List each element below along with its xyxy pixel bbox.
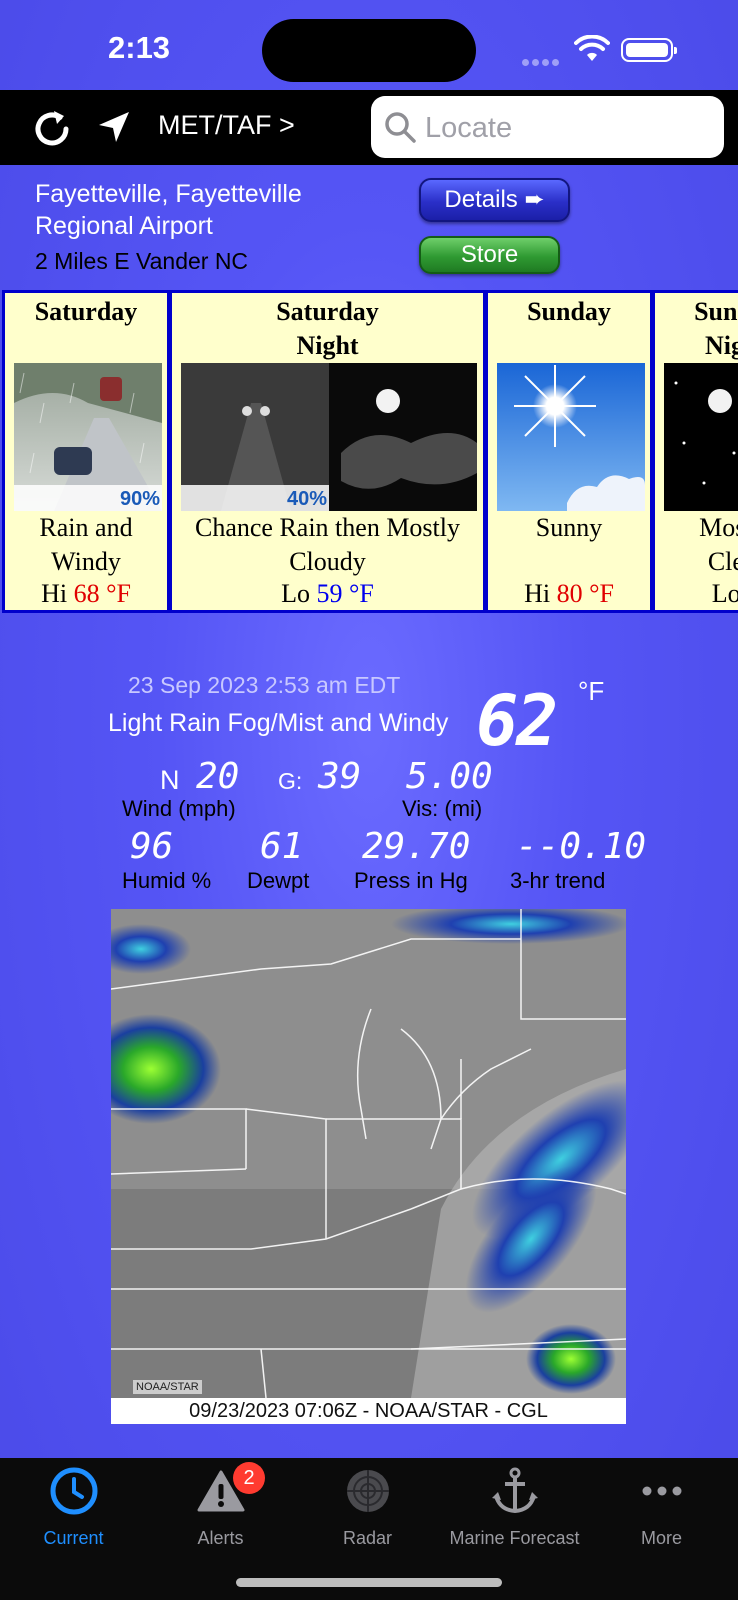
tab-label: Alerts	[197, 1528, 244, 1548]
radar-icon	[346, 1470, 389, 1512]
clock-icon	[50, 1467, 97, 1515]
visibility-label: Vis: (mi)	[402, 796, 483, 821]
forecast-period-sunday[interactable]: Sunday Sunny Hi 80 °F	[485, 290, 653, 613]
dewpoint-label: Dewpt	[247, 868, 310, 893]
tab-more[interactable]: More	[588, 1458, 735, 1568]
forecast-period-saturday-night[interactable]: Saturday Night 40% Chance Rain then Most…	[169, 290, 486, 613]
wind-label: Wind (mph)	[122, 796, 236, 821]
visibility-value: 5.00	[406, 756, 493, 797]
pressure-trend-value: --0.10	[516, 826, 647, 867]
tab-radar[interactable]: Radar	[294, 1458, 441, 1568]
humidity-value: 96	[130, 826, 174, 867]
tab-bar: Current 2 Alerts Radar Marine Forecast M…	[0, 1458, 738, 1600]
wind-gust: 39	[318, 756, 362, 797]
search-box[interactable]	[371, 96, 724, 158]
forecast-temp: Hi 68 °F	[5, 579, 167, 609]
precip-chance: 40%	[286, 488, 327, 510]
trend-label: 3-hr trend	[510, 868, 606, 893]
forecast-title: Saturday	[34, 297, 138, 326]
current-temperature: 62	[476, 680, 558, 762]
temperature-unit: °F	[578, 676, 605, 706]
met-taf-link[interactable]: MET/TAF >	[158, 110, 295, 141]
cellular-signal-icon	[522, 53, 562, 66]
satellite-image[interactable]: NOAA/STAR 09/23/2023 07:06Z - NOAA/STAR …	[111, 909, 626, 1424]
wind-speed: 20	[196, 756, 240, 797]
temp-prefix: Lo	[711, 579, 738, 608]
details-button[interactable]: Details ➨	[419, 178, 570, 222]
forecast-description: Rain and Windy	[39, 513, 133, 576]
rain-night-icon: 40%	[181, 363, 477, 511]
battery-icon	[621, 38, 677, 62]
tab-label: Marine Forecast	[449, 1528, 580, 1548]
search-icon	[385, 112, 416, 143]
tab-alerts[interactable]: 2 Alerts	[147, 1458, 294, 1568]
more-icon	[642, 1486, 681, 1496]
tab-current[interactable]: Current	[0, 1458, 147, 1568]
humidity-label: Humid %	[122, 868, 212, 893]
satellite-map	[111, 909, 626, 1399]
forecast-title: Sunday	[527, 297, 611, 326]
gust-label: G:	[278, 768, 303, 794]
store-button[interactable]: Store	[419, 236, 560, 274]
satellite-logo: NOAA/STAR	[133, 1380, 202, 1394]
location-name: Fayetteville, Fayetteville Regional Airp…	[35, 180, 302, 240]
home-indicator	[236, 1578, 502, 1587]
forecast-description: Sunny	[535, 513, 603, 542]
pressure-label: Press in Hg	[354, 868, 468, 893]
forecast-title: Sunday Night	[694, 297, 738, 360]
tab-label: More	[640, 1528, 682, 1548]
pressure-value: 29.70	[362, 826, 471, 867]
forecast-temp: Lo 6	[655, 579, 738, 609]
tab-label: Current	[43, 1528, 104, 1548]
rain-icon: 90%	[14, 363, 162, 511]
tab-marine-forecast[interactable]: Marine Forecast	[441, 1458, 588, 1568]
alerts-badge: 2	[233, 1462, 265, 1494]
dewpoint-value: 61	[260, 826, 304, 867]
forecast-title: Saturday Night	[276, 297, 379, 360]
forecast-temp: Hi 80 °F	[488, 579, 650, 609]
satellite-caption: 09/23/2023 07:06Z - NOAA/STAR - CGL	[111, 1398, 626, 1424]
temp-value: 59 °F	[316, 579, 374, 608]
forecast-strip[interactable]: Saturday 90% Rain and Windy Hi 68 °F Sat…	[0, 290, 738, 613]
forecast-period-sunday-night[interactable]: Sunday Night Mostly Clear Lo 6	[652, 290, 738, 613]
precip-chance: 90%	[119, 488, 160, 510]
anchor-icon	[491, 1467, 538, 1514]
location-arrow-icon[interactable]	[96, 109, 132, 145]
current-condition: Light Rain Fog/Mist and Windy	[108, 709, 449, 737]
forecast-description: Mostly Clear	[699, 513, 738, 576]
wind-direction: N	[160, 765, 180, 795]
temp-prefix: Lo	[281, 579, 311, 608]
temp-value: 80 °F	[556, 579, 614, 608]
sun-icon	[497, 363, 645, 511]
tab-label: Radar	[342, 1528, 393, 1548]
search-input[interactable]	[423, 105, 717, 151]
dynamic-island	[262, 19, 476, 82]
status-bar: 2:13	[0, 0, 738, 90]
location-subtitle: 2 Miles E Vander NC	[35, 248, 249, 274]
status-time: 2:13	[108, 30, 171, 65]
temp-value: 68 °F	[73, 579, 131, 608]
temp-prefix: Hi	[524, 579, 551, 608]
refresh-icon[interactable]	[30, 107, 74, 151]
forecast-description: Chance Rain then Mostly Cloudy	[194, 513, 460, 576]
wifi-icon	[574, 35, 610, 61]
moon-icon	[664, 363, 738, 511]
forecast-temp: Lo 59 °F	[172, 579, 483, 609]
temp-prefix: Hi	[41, 579, 68, 608]
top-toolbar: MET/TAF >	[0, 90, 738, 165]
observation-time: 23 Sep 2023 2:53 am EDT	[128, 672, 401, 698]
forecast-period-saturday[interactable]: Saturday 90% Rain and Windy Hi 68 °F	[2, 290, 170, 613]
